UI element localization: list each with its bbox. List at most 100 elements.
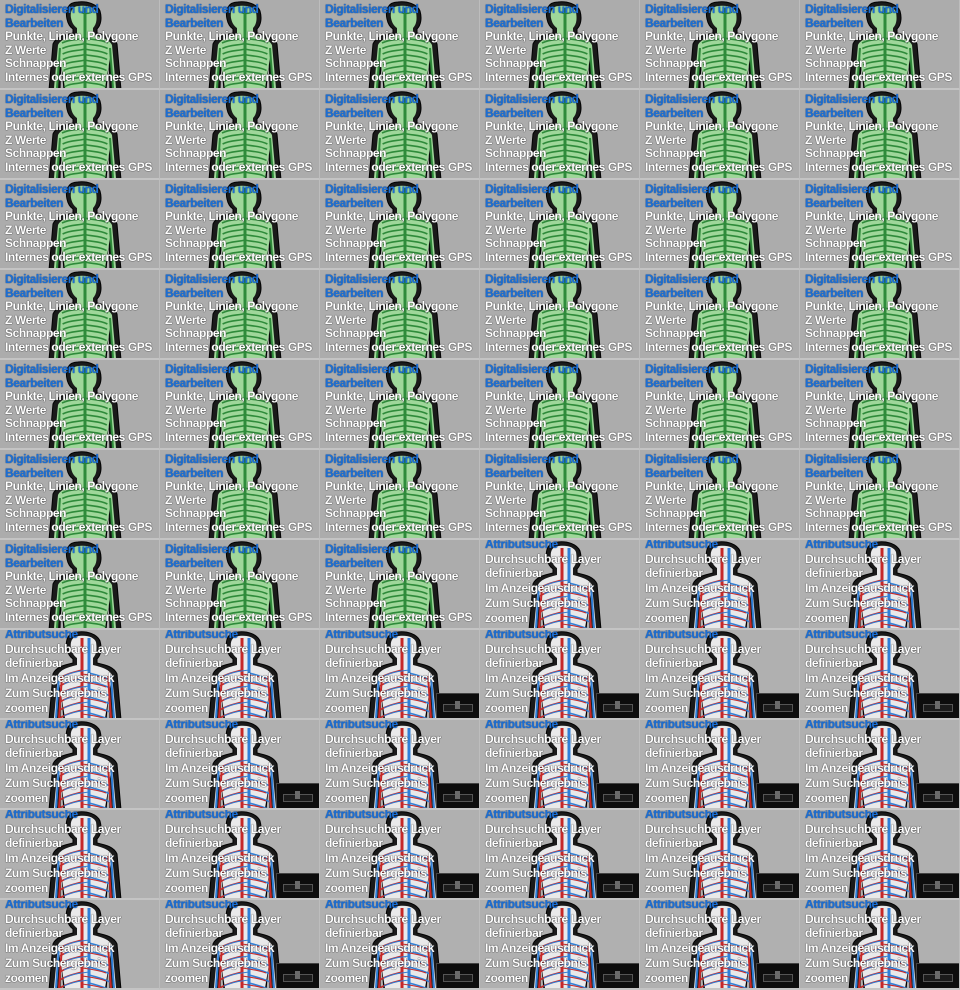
- slide-bullet: Zum Suchergebnis zoomen: [5, 775, 107, 805]
- slide-thumbnail[interactable]: Attributsuche Durchsuchbare Layer definie…: [160, 720, 320, 810]
- slide-thumbnail[interactable]: Digitalisieren und Bearbeiten Punkte, Lin…: [640, 90, 800, 180]
- slide-thumbnail[interactable]: Digitalisieren und Bearbeiten Punkte, Lin…: [0, 360, 160, 450]
- slide-thumbnail[interactable]: Attributsuche Durchsuchbare Layer definie…: [0, 810, 160, 900]
- slide-thumbnail[interactable]: Digitalisieren und Bearbeiten Punkte, Lin…: [320, 540, 480, 630]
- video-thumbnail[interactable]: [756, 693, 799, 718]
- slide-bullet: Internes oder externes GPS: [325, 519, 472, 534]
- slide-thumbnail[interactable]: Attributsuche Durchsuchbare Layer definie…: [800, 810, 960, 900]
- video-thumbnail[interactable]: [916, 963, 959, 988]
- video-thumbnail[interactable]: [916, 693, 959, 718]
- slide-thumbnail[interactable]: Attributsuche Durchsuchbare Layer definie…: [800, 900, 960, 990]
- video-figure: [615, 701, 620, 709]
- slide-text: Digitalisieren und Bearbeiten Punkte, Lin…: [805, 182, 952, 264]
- slide-thumbnail[interactable]: Digitalisieren und Bearbeiten Punkte, Lin…: [160, 180, 320, 270]
- slide-thumbnail[interactable]: Digitalisieren und Bearbeiten Punkte, Lin…: [0, 540, 160, 630]
- slide-thumbnail[interactable]: Attributsuche Durchsuchbare Layer definie…: [320, 810, 480, 900]
- slide-bullet: Schnappen: [485, 236, 547, 250]
- slide-thumbnail[interactable]: Attributsuche Durchsuchbare Layer definie…: [160, 810, 320, 900]
- slide-thumbnail[interactable]: Digitalisieren und Bearbeiten Punkte, Lin…: [480, 360, 640, 450]
- video-thumbnail[interactable]: [436, 873, 479, 898]
- slide-thumbnail[interactable]: Attributsuche Durchsuchbare Layer definie…: [800, 630, 960, 720]
- slide-thumbnail[interactable]: Digitalisieren und Bearbeiten Punkte, Lin…: [160, 270, 320, 360]
- slide-thumbnail[interactable]: Digitalisieren und Bearbeiten Punkte, Lin…: [640, 270, 800, 360]
- slide-thumbnail[interactable]: Attributsuche Durchsuchbare Layer definie…: [480, 900, 640, 990]
- slide-thumbnail[interactable]: Digitalisieren und Bearbeiten Punkte, Lin…: [0, 180, 160, 270]
- slide-bullet: Punkte, Linien, Polygone: [5, 29, 139, 43]
- slide-bullet: Durchsuchbare Layer definierbar: [325, 731, 441, 761]
- slide-title: Digitalisieren und Bearbeiten: [325, 452, 419, 480]
- slide-thumbnail[interactable]: Digitalisieren und Bearbeiten Punkte, Lin…: [320, 0, 480, 90]
- slide-thumbnail[interactable]: Attributsuche Durchsuchbare Layer definie…: [640, 540, 800, 630]
- slide-thumbnail[interactable]: Digitalisieren und Bearbeiten Punkte, Lin…: [480, 270, 640, 360]
- slide-title: Digitalisieren und Bearbeiten: [325, 92, 419, 120]
- slide-title: Attributsuche: [805, 900, 878, 911]
- slide-text: Digitalisieren und Bearbeiten Punkte, Lin…: [5, 542, 152, 624]
- slide-thumbnail[interactable]: Digitalisieren und Bearbeiten Punkte, Lin…: [0, 0, 160, 90]
- slide-thumbnail[interactable]: Attributsuche Durchsuchbare Layer definie…: [160, 900, 320, 990]
- video-thumbnail[interactable]: [916, 783, 959, 808]
- slide-thumbnail[interactable]: Digitalisieren und Bearbeiten Punkte, Lin…: [800, 450, 960, 540]
- video-thumbnail[interactable]: [276, 963, 319, 988]
- slide-thumbnail[interactable]: Digitalisieren und Bearbeiten Punkte, Lin…: [160, 540, 320, 630]
- slide-thumbnail[interactable]: Digitalisieren und Bearbeiten Punkte, Lin…: [480, 450, 640, 540]
- video-thumbnail[interactable]: [276, 873, 319, 898]
- slide-bullet: Z Werte: [645, 222, 686, 237]
- slide-thumbnail[interactable]: Digitalisieren und Bearbeiten Punkte, Lin…: [640, 360, 800, 450]
- video-thumbnail[interactable]: [756, 873, 799, 898]
- slide-thumbnail[interactable]: Digitalisieren und Bearbeiten Punkte, Lin…: [320, 180, 480, 270]
- slide-thumbnail[interactable]: Attributsuche Durchsuchbare Layer definie…: [640, 900, 800, 990]
- slide-thumbnail[interactable]: Attributsuche Durchsuchbare Layer definie…: [0, 630, 160, 720]
- slide-thumbnail[interactable]: Digitalisieren und Bearbeiten Punkte, Lin…: [800, 180, 960, 270]
- slide-thumbnail[interactable]: Digitalisieren und Bearbeiten Punkte, Lin…: [0, 270, 160, 360]
- slide-thumbnail[interactable]: Attributsuche Durchsuchbare Layer definie…: [0, 900, 160, 990]
- slide-thumbnail[interactable]: Digitalisieren und Bearbeiten Punkte, Lin…: [320, 90, 480, 180]
- slide-thumbnail[interactable]: Attributsuche Durchsuchbare Layer definie…: [640, 720, 800, 810]
- slide-thumbnail[interactable]: Attributsuche Durchsuchbare Layer definie…: [480, 630, 640, 720]
- slide-thumbnail[interactable]: Attributsuche Durchsuchbare Layer definie…: [480, 540, 640, 630]
- slide-thumbnail[interactable]: Attributsuche Durchsuchbare Layer definie…: [320, 900, 480, 990]
- slide-thumbnail[interactable]: Attributsuche Durchsuchbare Layer definie…: [640, 630, 800, 720]
- slide-thumbnail[interactable]: Digitalisieren und Bearbeiten Punkte, Lin…: [160, 360, 320, 450]
- slide-thumbnail[interactable]: Digitalisieren und Bearbeiten Punkte, Lin…: [480, 0, 640, 90]
- slide-thumbnail[interactable]: Attributsuche Durchsuchbare Layer definie…: [320, 720, 480, 810]
- slide-thumbnail[interactable]: Digitalisieren und Bearbeiten Punkte, Lin…: [320, 270, 480, 360]
- slide-thumbnail[interactable]: Digitalisieren und Bearbeiten Punkte, Lin…: [640, 180, 800, 270]
- slide-thumbnail[interactable]: Digitalisieren und Bearbeiten Punkte, Lin…: [800, 0, 960, 90]
- slide-text: Attributsuche Durchsuchbare Layer definie…: [485, 540, 615, 625]
- slide-thumbnail[interactable]: Attributsuche Durchsuchbare Layer definie…: [0, 720, 160, 810]
- slide-text: Digitalisieren und Bearbeiten Punkte, Lin…: [5, 452, 152, 534]
- slide-thumbnail[interactable]: Digitalisieren und Bearbeiten Punkte, Lin…: [480, 90, 640, 180]
- slide-thumbnail[interactable]: Digitalisieren und Bearbeiten Punkte, Lin…: [0, 450, 160, 540]
- slide-thumbnail[interactable]: Digitalisieren und Bearbeiten Punkte, Lin…: [320, 450, 480, 540]
- video-thumbnail[interactable]: [276, 783, 319, 808]
- slide-thumbnail[interactable]: Digitalisieren und Bearbeiten Punkte, Lin…: [640, 0, 800, 90]
- slide-thumbnail[interactable]: Attributsuche Durchsuchbare Layer definie…: [480, 720, 640, 810]
- slide-thumbnail[interactable]: Digitalisieren und Bearbeiten Punkte, Lin…: [800, 360, 960, 450]
- video-thumbnail[interactable]: [596, 693, 639, 718]
- video-thumbnail[interactable]: [756, 963, 799, 988]
- slide-thumbnail[interactable]: Attributsuche Durchsuchbare Layer definie…: [480, 810, 640, 900]
- slide-thumbnail[interactable]: Digitalisieren und Bearbeiten Punkte, Lin…: [160, 0, 320, 90]
- video-thumbnail[interactable]: [756, 783, 799, 808]
- slide-bullet: Z Werte: [645, 492, 686, 507]
- slide-thumbnail[interactable]: Digitalisieren und Bearbeiten Punkte, Lin…: [160, 90, 320, 180]
- slide-thumbnail[interactable]: Digitalisieren und Bearbeiten Punkte, Lin…: [0, 90, 160, 180]
- slide-thumbnail[interactable]: Digitalisieren und Bearbeiten Punkte, Lin…: [640, 450, 800, 540]
- slide-thumbnail[interactable]: Digitalisieren und Bearbeiten Punkte, Lin…: [480, 180, 640, 270]
- slide-thumbnail[interactable]: Attributsuche Durchsuchbare Layer definie…: [640, 810, 800, 900]
- video-thumbnail[interactable]: [596, 873, 639, 898]
- video-thumbnail[interactable]: [596, 783, 639, 808]
- slide-thumbnail[interactable]: Attributsuche Durchsuchbare Layer definie…: [160, 630, 320, 720]
- slide-thumbnail[interactable]: Digitalisieren und Bearbeiten Punkte, Lin…: [160, 450, 320, 540]
- slide-thumbnail[interactable]: Attributsuche Durchsuchbare Layer definie…: [320, 630, 480, 720]
- video-thumbnail[interactable]: [436, 783, 479, 808]
- video-thumbnail[interactable]: [436, 693, 479, 718]
- slide-thumbnail[interactable]: Digitalisieren und Bearbeiten Punkte, Lin…: [320, 360, 480, 450]
- video-thumbnail[interactable]: [596, 963, 639, 988]
- slide-thumbnail[interactable]: Digitalisieren und Bearbeiten Punkte, Lin…: [800, 270, 960, 360]
- slide-thumbnail[interactable]: Digitalisieren und Bearbeiten Punkte, Lin…: [800, 90, 960, 180]
- video-thumbnail[interactable]: [436, 963, 479, 988]
- slide-thumbnail[interactable]: Attributsuche Durchsuchbare Layer definie…: [800, 720, 960, 810]
- slide-thumbnail[interactable]: Attributsuche Durchsuchbare Layer definie…: [800, 540, 960, 630]
- video-thumbnail[interactable]: [916, 873, 959, 898]
